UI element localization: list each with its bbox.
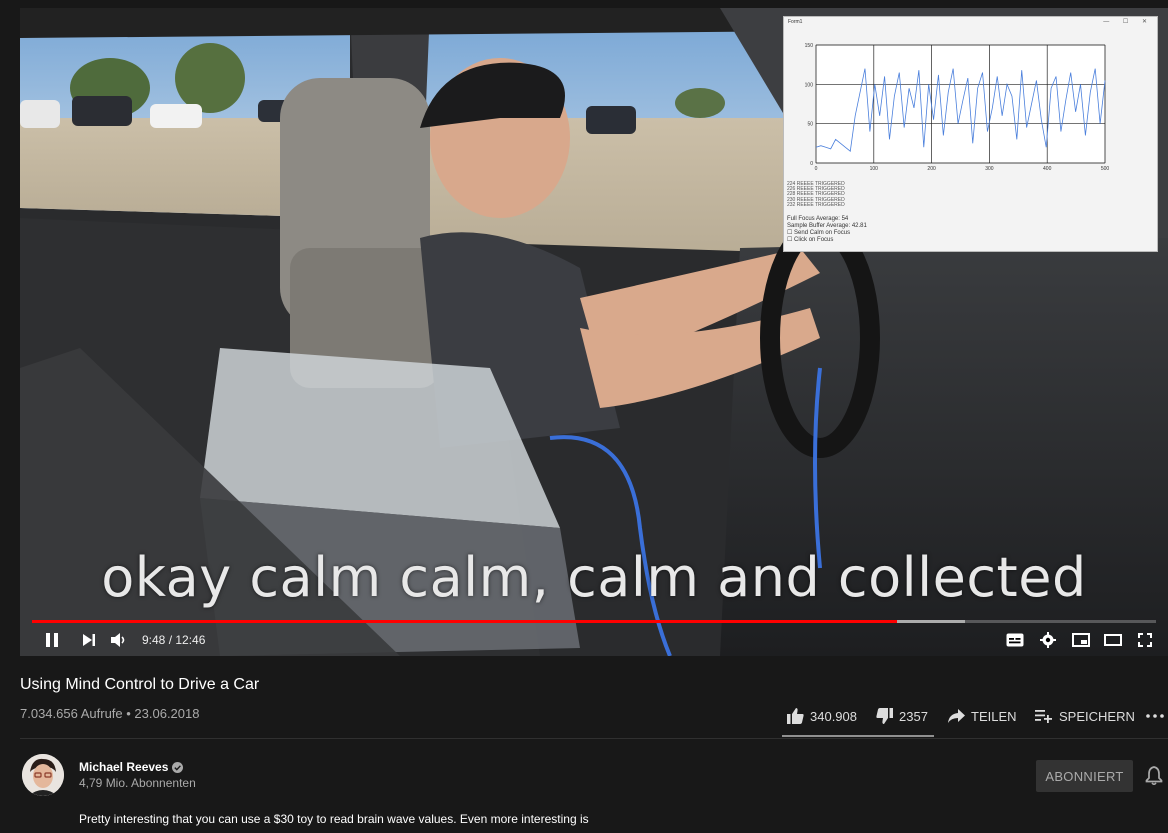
more-actions-button[interactable] xyxy=(1146,706,1164,726)
video-subtitle: okay calm calm, calm and collected xyxy=(101,546,1087,609)
theater-mode-icon[interactable] xyxy=(1103,632,1123,648)
sample-buffer-average: Sample Buffer Average: 42.81 xyxy=(787,223,867,229)
miniplayer-icon[interactable] xyxy=(1071,632,1091,648)
dislike-button[interactable]: 2357 xyxy=(876,706,928,726)
section-divider xyxy=(20,738,1168,739)
like-count: 340.908 xyxy=(810,708,857,724)
like-ratio-bar xyxy=(782,735,934,737)
thumbs-down-icon xyxy=(876,708,893,724)
window-controls: — ☐ ✕ xyxy=(1103,19,1153,25)
verified-check-icon xyxy=(172,761,184,773)
send-calm-option: ☐ Send Calm on Focus xyxy=(787,230,851,236)
y-tick-label: 100 xyxy=(805,82,814,88)
save-button[interactable]: SPEICHERN xyxy=(1035,706,1135,726)
time-display: 9:48 / 12:46 xyxy=(142,633,206,647)
progress-bar[interactable] xyxy=(32,620,1156,623)
channel-avatar[interactable] xyxy=(22,754,64,796)
video-title: Using Mind Control to Drive a Car xyxy=(20,676,260,693)
pause-icon[interactable] xyxy=(44,632,60,648)
x-tick-label: 400 xyxy=(1043,166,1052,172)
focus-stats: Full Focus Average: 54 Sample Buffer Ave… xyxy=(787,216,867,244)
x-tick-label: 100 xyxy=(870,166,879,172)
subscriber-count: 4,79 Mio. Abonnenten xyxy=(79,776,196,790)
player-controls: 9:48 / 12:46 xyxy=(20,624,1168,656)
x-tick-label: 500 xyxy=(1101,166,1110,172)
channel-name: Michael Reeves xyxy=(79,760,169,774)
click-focus-option: ☐ Click on Focus xyxy=(787,237,834,243)
share-button[interactable]: TEILEN xyxy=(948,706,1017,726)
settings-gear-icon[interactable] xyxy=(1039,632,1057,648)
y-tick-label: 50 xyxy=(807,122,813,128)
y-tick-label: 0 xyxy=(810,161,813,167)
playlist-add-icon xyxy=(1035,710,1052,723)
y-tick-label: 150 xyxy=(805,43,814,49)
share-arrow-icon xyxy=(948,709,965,723)
video-description: Pretty interesting that you can use a $3… xyxy=(79,812,589,826)
fullscreen-icon[interactable] xyxy=(1137,632,1153,648)
more-dots-icon xyxy=(1146,714,1164,718)
send-calm-label: Send Calm on Focus xyxy=(794,230,851,236)
notification-bell-icon[interactable] xyxy=(1145,766,1163,790)
next-icon[interactable] xyxy=(82,633,96,647)
brainwave-chart: 0 100 200 300 400 500 0 50 100 150 xyxy=(805,43,1110,172)
video-player[interactable]: okay calm calm, calm and collected Form1… xyxy=(20,8,1168,656)
brainwave-app-window: Form1 — ☐ ✕ 0 100 200 300 400 500 0 50 100 150 22… xyxy=(783,16,1158,252)
thumbs-up-icon xyxy=(787,708,804,724)
x-tick-label: 300 xyxy=(985,166,994,172)
x-tick-label: 200 xyxy=(927,166,936,172)
click-focus-label: Click on Focus xyxy=(794,237,834,243)
full-focus-average: Full Focus Average: 54 xyxy=(787,216,849,222)
log-line: 232 REEEE TRIGGERED xyxy=(787,201,845,208)
subtitles-icon[interactable] xyxy=(1006,632,1024,648)
dislike-count: 2357 xyxy=(899,708,928,724)
subscribe-button[interactable]: ABONNIERT xyxy=(1036,760,1133,792)
video-meta: 7.034.656 Aufrufe • 23.06.2018 xyxy=(20,706,200,721)
x-tick-label: 0 xyxy=(815,166,818,172)
trigger-log: 224 REEEE TRIGGERED 226 REEEE TRIGGERED … xyxy=(787,181,1153,208)
channel-name-row[interactable]: Michael Reeves xyxy=(79,760,184,774)
plot-area xyxy=(815,44,1106,164)
like-button[interactable]: 340.908 xyxy=(787,706,857,726)
volume-icon[interactable] xyxy=(110,632,128,648)
share-label: TEILEN xyxy=(971,708,1017,724)
played-bar xyxy=(32,620,898,623)
save-label: SPEICHERN xyxy=(1059,708,1135,724)
